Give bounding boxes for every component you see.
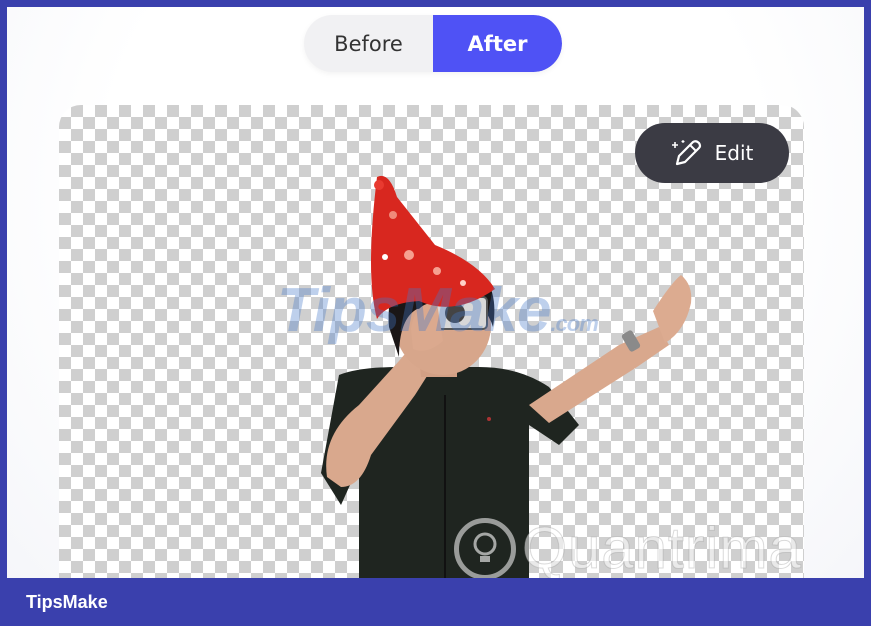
lightbulb-icon [454,517,516,580]
footer-brand-label: TipsMake [26,591,108,612]
tipsmake-watermark: TipsMake.com [277,275,599,346]
image-preview: TipsMake.com Quantrimang Edit [59,105,804,605]
app-frame: Before After TipsMake.com Quantrima Edit [0,0,871,626]
tipsmake-watermark-text: TipsMake [277,276,551,345]
magic-pencil-icon [671,138,705,168]
edit-button-label: Edit [714,141,754,165]
before-after-toggle: Before After [304,15,562,72]
footer-bar: TipsMake [0,578,871,626]
tipsmake-watermark-suffix: .com [550,311,598,336]
after-button[interactable]: After [433,15,562,72]
before-button[interactable]: Before [304,15,433,72]
quantrimang-watermark-text: Quantrimang [521,516,804,582]
quantrimang-watermark: Quantrimang [454,515,804,582]
edit-button[interactable]: Edit [635,123,789,183]
